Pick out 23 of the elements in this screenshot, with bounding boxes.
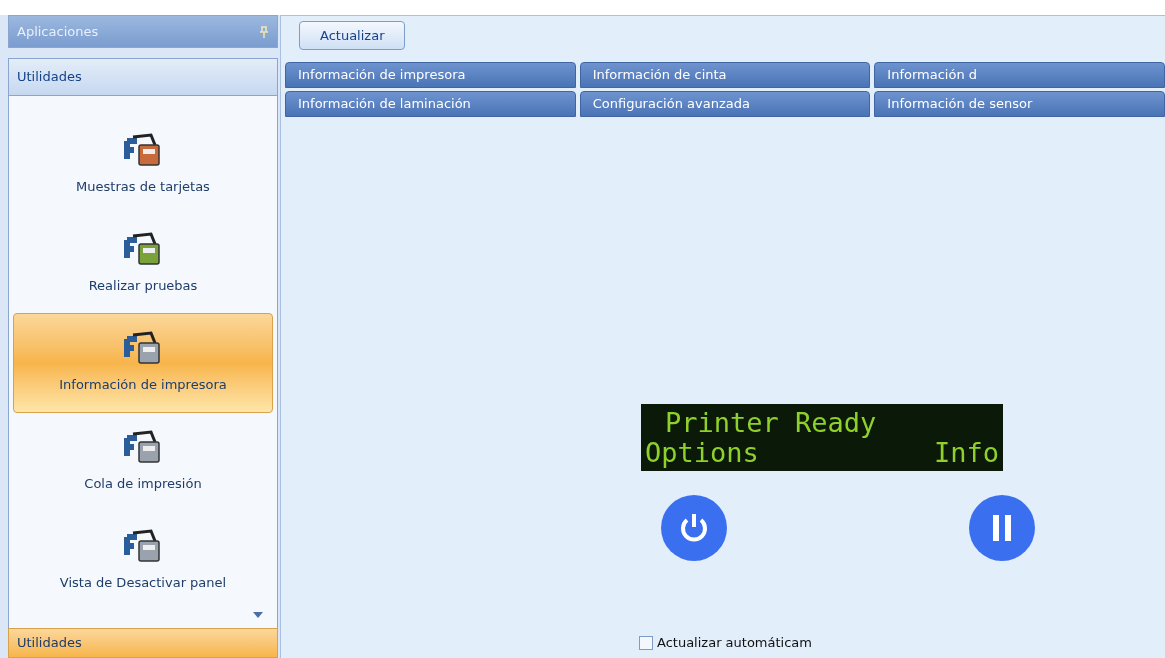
tab[interactable]: Configuración avanzada [579,91,871,117]
sidebar-item[interactable]: Muestras de tarjetas [13,115,273,215]
sidebar-item[interactable]: Vista de Desactivar panel [13,511,273,611]
checkbox[interactable] [639,635,653,650]
checkbox-label: Actualizar automáticam [657,634,812,652]
refresh-button[interactable]: Actualizar [299,21,406,50]
panel-title: Aplicaciones [17,22,99,41]
group-header[interactable]: Utilidades [8,58,278,96]
tab[interactable]: Información de cinta [579,62,871,88]
lcd-text: Printer Ready [664,407,878,438]
lcd-text: Info [933,437,999,468]
tab[interactable]: Información de sensor [874,91,1165,117]
pause-icon [991,515,1013,541]
tab[interactable]: Información de impresora [285,62,576,88]
sidebar-item[interactable]: Información de impresora [13,313,273,413]
sidebar-item[interactable]: Realizar pruebas [13,214,273,314]
lcd-text: Options [645,437,759,468]
power-icon [679,512,709,544]
sidebar-item[interactable]: Cola de impresión [13,412,273,512]
group-header[interactable]: Utilidades [8,628,278,658]
tab[interactable]: Información d [874,62,1165,88]
scroll-down-icon[interactable] [253,612,263,618]
tab[interactable]: Información de laminación [285,91,576,117]
